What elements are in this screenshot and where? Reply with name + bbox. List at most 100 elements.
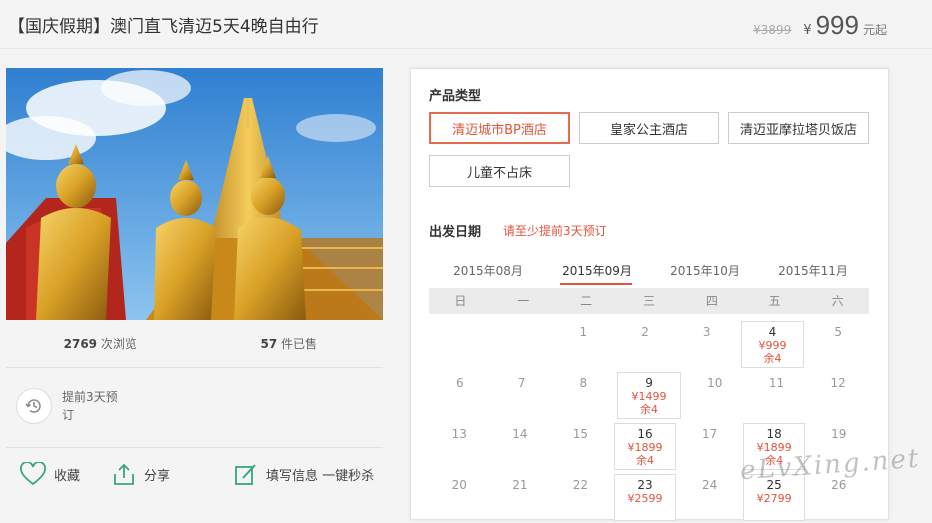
day-price: ¥2599 xyxy=(627,492,663,505)
day-number: 8 xyxy=(579,376,588,390)
month-tab-sep[interactable]: 2015年09月 xyxy=(552,262,642,279)
product-type-option-3[interactable]: 清迈亚摩拉塔贝饭店 xyxy=(728,112,869,144)
stats-divider xyxy=(6,367,383,368)
calendar-day: 22 xyxy=(550,472,611,523)
calendar-day: 17 xyxy=(679,421,740,472)
month-tab-oct[interactable]: 2015年10月 xyxy=(660,262,750,279)
day-number: 14 xyxy=(512,427,528,441)
day-number: 15 xyxy=(572,427,589,441)
action-bar: 收藏 分享 填写信息 一键秒杀 xyxy=(20,462,374,486)
price-box: ¥3899 ¥ 999 元起 xyxy=(753,10,887,40)
view-count-number: 2769 xyxy=(63,337,98,351)
calendar-day: 12 xyxy=(807,370,869,421)
calendar-day-available[interactable]: 23 ¥2599 xyxy=(613,474,677,521)
edit-icon xyxy=(235,464,256,485)
clock-icon xyxy=(16,388,52,424)
calendar-day: 13 xyxy=(429,421,490,472)
calendar-day: 3 xyxy=(676,319,738,370)
weekday-label: 日 xyxy=(454,294,467,308)
day-price: ¥2799 xyxy=(756,492,792,505)
weekday-label: 一 xyxy=(517,294,530,308)
weekday-header: 日一二三四五六 xyxy=(429,288,869,314)
calendar-day: 6 xyxy=(429,370,491,421)
current-price: 999 xyxy=(815,10,859,40)
calendar-grid: 1 2 3 4 ¥999 余4 5 6 7 8 9 ¥1499 余4 10 11 12 13 14 15 16 ¥189… xyxy=(429,319,869,523)
calendar-day: 10 xyxy=(684,370,746,421)
calendar-day: 1 xyxy=(552,319,614,370)
actions-divider xyxy=(6,447,383,448)
day-number: 10 xyxy=(707,376,723,390)
weekday-label: 四 xyxy=(705,294,718,308)
day-number: 23 xyxy=(637,478,653,492)
day-number: 13 xyxy=(451,427,467,441)
day-number: 17 xyxy=(701,427,718,441)
share-icon xyxy=(114,463,134,485)
currency-symbol: ¥ xyxy=(803,23,812,38)
weekday-label: 五 xyxy=(768,294,781,308)
calendar-day: 7 xyxy=(491,370,553,421)
fill-info-button[interactable]: 填写信息 一键秒杀 xyxy=(234,462,374,486)
weekday-label: 六 xyxy=(831,294,844,308)
day-number: 2 xyxy=(641,325,649,339)
day-price: ¥1499 xyxy=(631,390,667,403)
weekday-label: 三 xyxy=(643,294,656,308)
day-number: 21 xyxy=(512,478,528,492)
product-title: 【国庆假期】澳门直飞清迈5天4晚自由行 xyxy=(8,17,319,37)
month-tab-aug[interactable]: 2015年08月 xyxy=(443,262,533,279)
advance-booking-text: 提前3天预订 xyxy=(62,390,118,422)
day-number: 18 xyxy=(766,427,782,441)
product-type-option-2[interactable]: 皇家公主酒店 xyxy=(579,112,719,144)
calendar-day: 8 xyxy=(552,370,614,421)
stats-bar: 2769 次浏览 57 件已售 xyxy=(6,330,383,358)
product-type-label: 产品类型 xyxy=(429,89,482,104)
day-number: 16 xyxy=(637,427,653,441)
day-number: 22 xyxy=(572,478,589,492)
calendar-day: 2 xyxy=(614,319,676,370)
day-number: 6 xyxy=(456,376,464,390)
view-count-label: 次浏览 xyxy=(100,337,137,351)
calendar-day xyxy=(491,319,553,370)
calendar-day-available[interactable]: 16 ¥1899 余4 xyxy=(613,423,677,470)
product-type-option-4[interactable]: 儿童不占床 xyxy=(429,155,570,187)
day-number: 5 xyxy=(834,325,842,339)
day-stock: 余4 xyxy=(640,403,659,416)
share-label: 分享 xyxy=(144,468,171,484)
day-number: 7 xyxy=(517,376,526,390)
weekday-label: 二 xyxy=(580,294,593,308)
day-number: 24 xyxy=(701,478,718,492)
price-suffix: 元起 xyxy=(862,23,887,37)
day-number: 11 xyxy=(768,376,785,390)
share-button[interactable]: 分享 xyxy=(112,462,170,486)
day-price: ¥999 xyxy=(758,339,787,352)
advance-booking-note: 提前3天预订 xyxy=(16,388,124,424)
day-number: 4 xyxy=(768,325,777,339)
sold-count-label: 件已售 xyxy=(281,337,318,351)
header-divider xyxy=(0,48,932,49)
favorite-label: 收藏 xyxy=(54,468,81,484)
calendar-day: 5 xyxy=(807,319,869,370)
day-number: 20 xyxy=(451,478,467,492)
calendar-day: 24 xyxy=(679,472,740,523)
day-stock: 余4 xyxy=(636,454,655,467)
heart-icon xyxy=(20,462,46,486)
month-tab-nov[interactable]: 2015年11月 xyxy=(768,262,858,279)
calendar-week: 6 7 8 9 ¥1499 余4 10 11 12 xyxy=(429,370,869,421)
calendar-week: 1 2 3 4 ¥999 余4 5 xyxy=(429,319,869,370)
calendar-day-available[interactable]: 9 ¥1499 余4 xyxy=(617,372,681,419)
calendar-day: 15 xyxy=(550,421,611,472)
calendar-day-available[interactable]: 4 ¥999 余4 xyxy=(740,321,805,368)
day-number: 1 xyxy=(579,325,588,339)
calendar-day: 14 xyxy=(490,421,551,472)
calendar-day xyxy=(429,319,491,370)
favorite-button[interactable]: 收藏 xyxy=(20,462,80,486)
day-number: 9 xyxy=(645,376,653,390)
product-type-option-1[interactable]: 清迈城市BP酒店 xyxy=(429,112,570,144)
calendar-day: 11 xyxy=(746,370,808,421)
day-number: 12 xyxy=(830,376,846,390)
original-price: ¥3899 xyxy=(753,23,792,37)
active-month-indicator xyxy=(560,283,632,285)
hero-image[interactable] xyxy=(6,68,383,320)
calendar-day: 20 xyxy=(429,472,490,523)
day-price: ¥1899 xyxy=(627,441,663,454)
departure-date-label: 出发日期 xyxy=(429,225,482,240)
